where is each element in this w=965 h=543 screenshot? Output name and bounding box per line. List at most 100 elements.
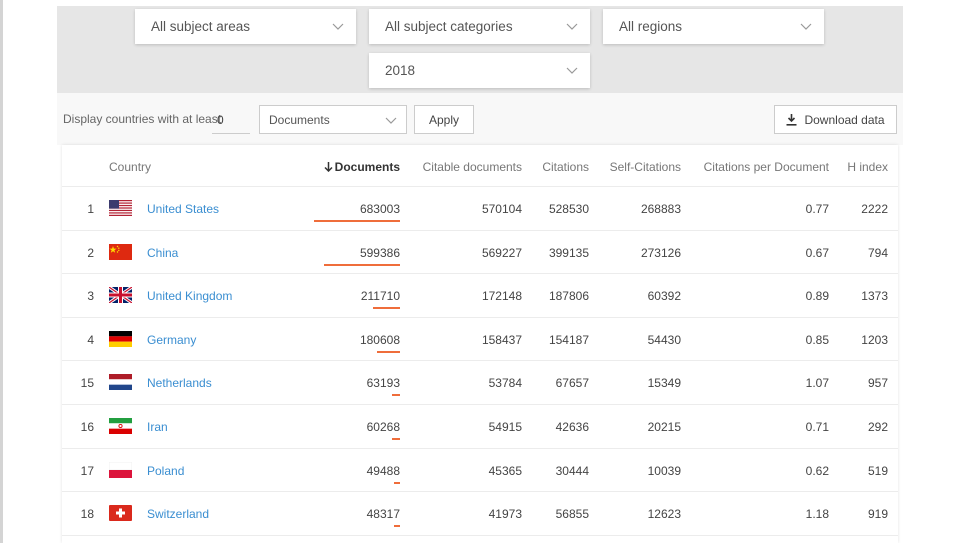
region-select[interactable]: All regions	[603, 9, 824, 44]
column-header-citations[interactable]: Citations	[542, 160, 589, 174]
citable-documents-cell: 45365	[488, 463, 522, 478]
self-citations-cell: 10039	[647, 463, 681, 478]
display-controls: Display countries with at least Document…	[57, 93, 903, 145]
subject-category-select[interactable]: All subject categories	[369, 9, 590, 44]
rank-cell: 4	[87, 332, 94, 347]
apply-button-label: Apply	[428, 112, 460, 127]
country-link[interactable]: Switzerland	[147, 507, 209, 521]
min-count-label: Display countries with at least	[63, 112, 222, 126]
rank-cell: 15	[80, 376, 94, 391]
country-link[interactable]: China	[147, 246, 178, 260]
citations-cell: 30444	[555, 463, 589, 478]
country-link[interactable]: United Kingdom	[147, 289, 232, 303]
download-button-label: Download data	[804, 112, 885, 127]
h-index-cell: 519	[867, 463, 888, 478]
documents-cell: 180608	[359, 332, 400, 347]
column-header-country[interactable]: Country	[109, 160, 151, 174]
rank-cell: 16	[80, 420, 94, 434]
citations-per-document-cell: 0.71	[805, 420, 829, 434]
self-citations-cell: 60392	[647, 289, 681, 304]
subject-area-select[interactable]: All subject areas	[135, 9, 356, 44]
documents-bar	[392, 438, 400, 440]
country-link[interactable]: Poland	[147, 464, 184, 478]
documents-bar	[394, 525, 400, 528]
rank-cell: 17	[80, 463, 94, 478]
citations-per-document-cell: 0.67	[805, 245, 829, 260]
country-link[interactable]: Iran	[147, 420, 168, 434]
column-header-self-citations[interactable]: Self-Citations	[610, 160, 681, 174]
download-icon	[786, 113, 797, 126]
rank-cell: 18	[80, 507, 94, 522]
documents-bar	[373, 307, 400, 310]
chevron-down-icon	[385, 117, 397, 124]
country-link[interactable]: Germany	[147, 333, 196, 347]
documents-header-label: Documents	[334, 160, 400, 174]
download-data-button[interactable]: Download data	[774, 105, 897, 134]
column-header-documents[interactable]: Documents	[324, 160, 400, 174]
h-index-cell: 292	[867, 420, 888, 434]
documents-cell: 683003	[359, 202, 400, 216]
apply-button[interactable]: Apply	[414, 105, 474, 134]
documents-cell: 63193	[366, 376, 400, 391]
citations-per-document-cell: 1.18	[805, 507, 829, 522]
citations-per-document-cell: 0.62	[805, 463, 829, 478]
sort-arrow-down-icon	[324, 162, 333, 173]
h-index-cell: 1203	[861, 332, 888, 347]
poland-flag-icon	[109, 461, 132, 478]
column-header-h-index[interactable]: H index	[847, 160, 888, 174]
citations-per-document-cell: 0.77	[805, 202, 829, 216]
citations-cell: 67657	[555, 376, 589, 391]
country-link[interactable]: United States	[147, 202, 219, 216]
year-value: 2018	[385, 63, 416, 78]
h-index-cell: 1373	[861, 289, 888, 304]
metric-select[interactable]: Documents	[259, 105, 407, 134]
self-citations-cell: 12623	[647, 507, 681, 522]
citations-cell: 56855	[555, 507, 589, 522]
h-index-cell: 794	[867, 245, 888, 260]
citable-documents-cell: 41973	[488, 507, 522, 522]
year-select[interactable]: 2018	[369, 53, 590, 88]
subject-category-value: All subject categories	[385, 19, 513, 34]
citations-cell: 528530	[548, 202, 589, 216]
citable-documents-cell: 172148	[481, 289, 522, 304]
self-citations-cell: 20215	[647, 420, 681, 434]
chevron-down-icon	[332, 23, 344, 30]
documents-bar	[314, 220, 400, 222]
citations-cell: 187806	[548, 289, 589, 304]
china-flag-icon	[109, 243, 132, 260]
switzerland-flag-icon	[109, 505, 132, 522]
chevron-down-icon	[800, 23, 812, 30]
citations-cell: 154187	[548, 332, 589, 347]
self-citations-cell: 15349	[647, 376, 681, 391]
citations-per-document-cell: 0.85	[805, 332, 829, 347]
h-index-cell: 957	[867, 376, 888, 391]
citations-per-document-cell: 1.07	[805, 376, 829, 391]
citable-documents-cell: 570104	[481, 202, 522, 216]
table-row: 18 Switzerland 48317 41973 56855 12623 1.18 919	[62, 492, 898, 536]
table-row: 2 China 599386 569227 399135 273126 0.67 794	[62, 231, 898, 275]
metric-value: Documents	[269, 112, 330, 127]
self-citations-cell: 273126	[640, 245, 681, 260]
documents-cell: 49488	[366, 463, 400, 478]
region-value: All regions	[619, 19, 683, 34]
page-left-border	[0, 0, 3, 543]
rank-cell: 3	[87, 289, 94, 304]
min-count-input[interactable]	[212, 106, 250, 134]
documents-cell: 211710	[360, 289, 400, 304]
citations-per-document-cell: 0.89	[805, 289, 829, 304]
table-row: 15 Netherlands 63193 53784 67657 15349 1.07 957	[62, 361, 898, 405]
column-header-citable-documents[interactable]: Citable documents	[423, 160, 522, 174]
documents-bar	[324, 263, 400, 266]
country-link[interactable]: Netherlands	[147, 376, 212, 390]
column-header-citations-per-document[interactable]: Citations per Document	[704, 160, 829, 174]
h-index-cell: 2222	[861, 202, 888, 216]
citable-documents-cell: 158437	[481, 332, 522, 347]
rank-cell: 1	[87, 202, 94, 216]
table-row: 17 Poland 49488 45365 30444 10039 0.62 519	[62, 449, 898, 493]
germany-flag-icon	[109, 330, 132, 347]
citations-cell: 399135	[548, 245, 589, 260]
documents-cell: 48317	[366, 507, 400, 522]
self-citations-cell: 54430	[647, 332, 681, 347]
iran-flag-icon	[109, 418, 132, 434]
chevron-down-icon	[566, 67, 578, 74]
